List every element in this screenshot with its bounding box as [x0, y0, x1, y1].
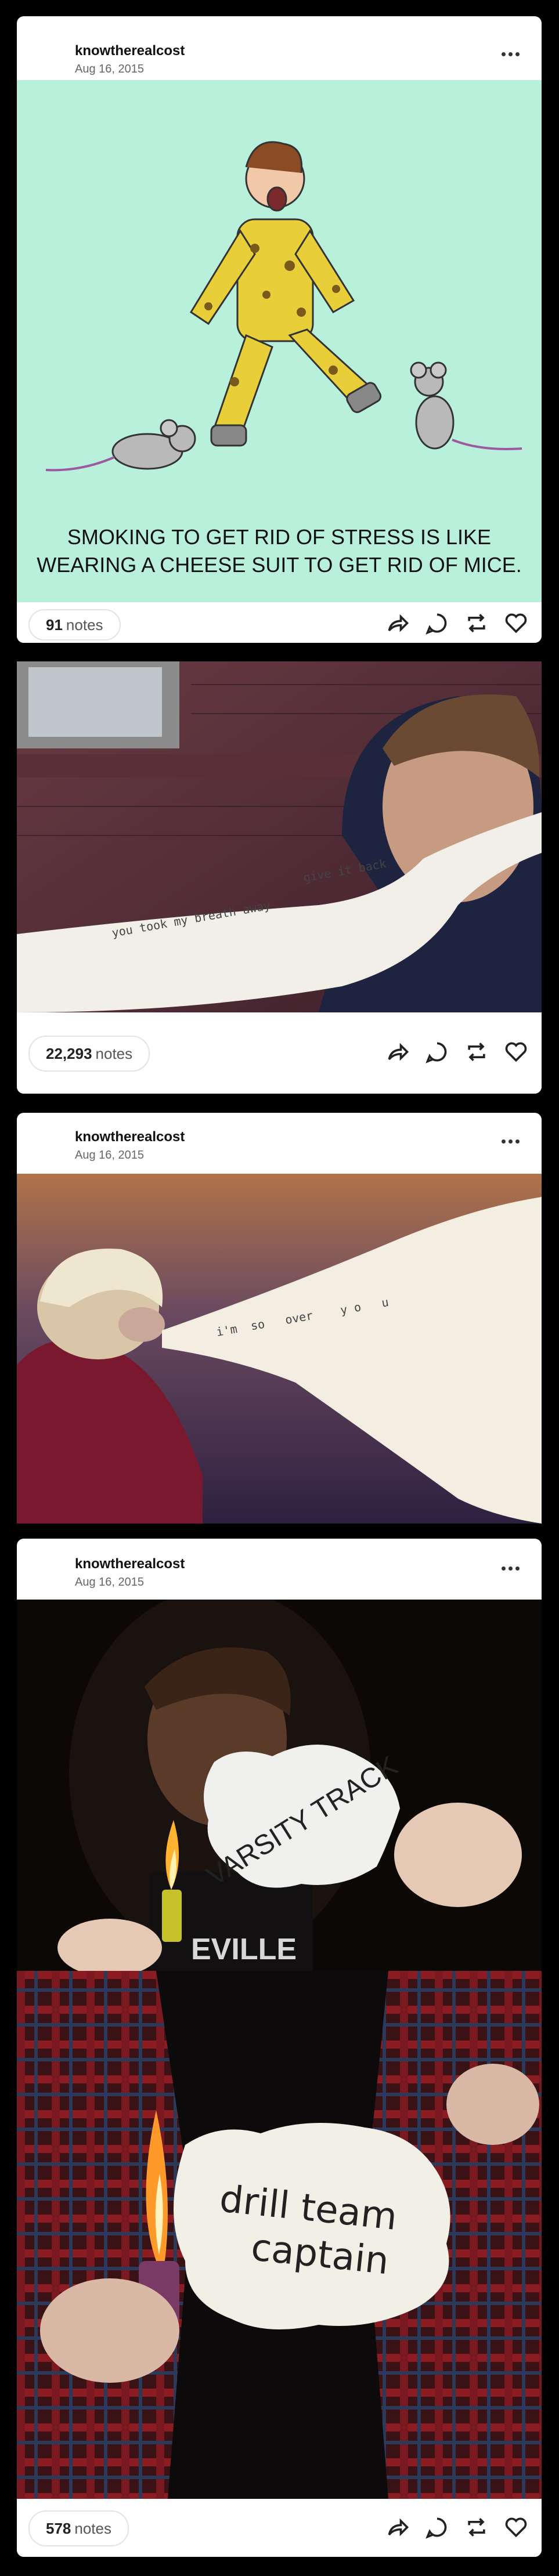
notes-count: 578 — [46, 2519, 71, 2537]
more-icon[interactable] — [502, 1139, 520, 1144]
cheese-suit-illustration: SMOKING TO GET RID OF STRESS IS LIKE WEA… — [37, 141, 522, 577]
more-icon[interactable] — [502, 1566, 520, 1571]
post-date: Aug 16, 2015 — [75, 63, 144, 75]
reply-icon[interactable] — [424, 610, 450, 636]
shirt-text: EVILLE — [191, 1933, 297, 1966]
notes-label: notes — [95, 1044, 133, 1062]
share-icon[interactable] — [385, 2515, 410, 2540]
lighter-1 — [162, 1890, 182, 1942]
notes-label: notes — [66, 616, 103, 634]
post-header: knowtherealcost Aug 16, 2015 — [17, 1539, 542, 1600]
torn-paper-photo: you took my breath away give it back — [17, 661, 542, 1012]
notes-count: 22,293 — [46, 1044, 92, 1062]
post-header: knowtherealcost Aug 16, 2015 — [17, 1113, 542, 1174]
post-actions — [385, 610, 529, 636]
post-image-2: drill team captain — [17, 1971, 542, 2499]
notes-label: notes — [74, 2519, 111, 2537]
post-image: i'm so over y o u — [17, 1174, 542, 1524]
post-image-1: EVILLE VARSITY TRACK — [17, 1600, 542, 1971]
notes-count: 91 — [46, 616, 63, 634]
burning-paper-photo-1: EVILLE VARSITY TRACK — [17, 1600, 542, 1971]
man-in-cheese-suit — [189, 141, 382, 447]
blog-name[interactable]: knowtherealcost — [75, 43, 185, 59]
like-icon[interactable] — [503, 2515, 529, 2540]
post-card: you took my breath away give it back 22,… — [17, 661, 542, 1094]
reblog-icon[interactable] — [464, 1039, 489, 1065]
post-footer: 22,293 notes — [17, 1012, 542, 1094]
notes-button[interactable]: 91 notes — [28, 609, 121, 641]
burning-paper-photo-2: drill team captain — [17, 1971, 542, 2499]
image-caption-line2: WEARING A CHEESE SUIT TO GET RID OF MICE… — [37, 553, 522, 577]
reblog-icon[interactable] — [464, 610, 489, 636]
blog-name[interactable]: knowtherealcost — [75, 1129, 185, 1145]
post-card: knowtherealcost Aug 16, 2015 EVILLE VARS… — [17, 1539, 542, 2557]
post-actions — [385, 1039, 529, 1065]
post-date: Aug 16, 2015 — [75, 1149, 144, 1162]
post-image: SMOKING TO GET RID OF STRESS IS LIKE WEA… — [17, 80, 542, 602]
blog-name[interactable]: knowtherealcost — [75, 1556, 185, 1572]
post-footer: 578 notes — [17, 2499, 542, 2557]
mouse-left — [45, 419, 196, 472]
image-caption-line1: SMOKING TO GET RID OF STRESS IS LIKE — [67, 525, 491, 549]
reply-icon[interactable] — [424, 1039, 450, 1065]
post-image: you took my breath away give it back — [17, 661, 542, 1012]
like-icon[interactable] — [503, 1039, 529, 1065]
notes-button[interactable]: 22,293 notes — [28, 1036, 150, 1072]
post-actions — [385, 2515, 529, 2540]
post-card: knowtherealcost Aug 16, 2015 i'm so over… — [17, 1113, 542, 1524]
reblog-icon[interactable] — [464, 2515, 489, 2540]
like-icon[interactable] — [503, 610, 529, 636]
more-icon[interactable] — [502, 52, 520, 56]
mouse-right — [410, 361, 522, 450]
post-date: Aug 16, 2015 — [75, 1576, 144, 1589]
post-card: knowtherealcost Aug 16, 2015 SMOKING TO … — [17, 16, 542, 643]
share-icon[interactable] — [385, 610, 410, 636]
post-footer: 91 notes — [17, 602, 542, 643]
notes-button[interactable]: 578 notes — [28, 2510, 129, 2546]
post-header: knowtherealcost Aug 16, 2015 — [17, 16, 542, 80]
torn-paper-photo: i'm so over y o u — [17, 1174, 542, 1524]
reply-icon[interactable] — [424, 2515, 450, 2540]
share-icon[interactable] — [385, 1039, 410, 1065]
